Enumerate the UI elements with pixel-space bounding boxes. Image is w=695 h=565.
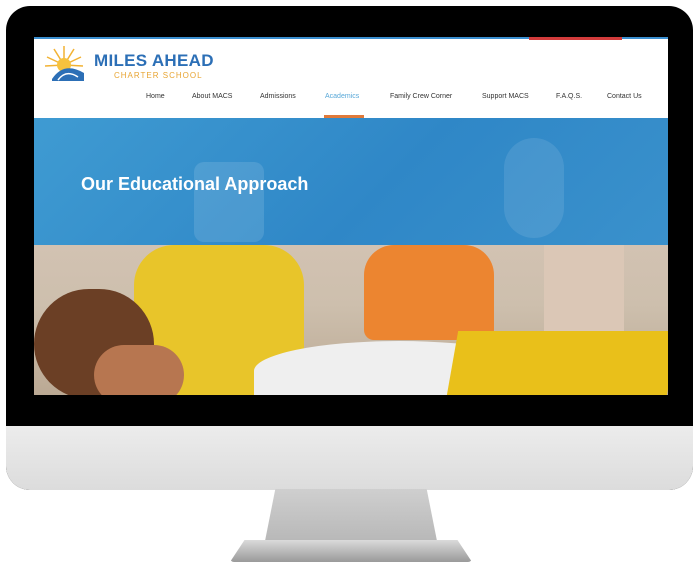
main-navigation: Home About MACS Admissions Academics Fam… — [34, 93, 668, 118]
hero-background-shape — [504, 138, 564, 238]
sunburst-logo-icon — [44, 46, 84, 81]
hero-banner: Our Educational Approach — [34, 118, 668, 245]
monitor: MILES AHEAD CHARTER SCHOOL Home About MA… — [6, 6, 693, 490]
monitor-stand-neck — [265, 489, 437, 541]
photo-yellow-bin — [445, 331, 668, 395]
nav-item-family-crew-corner[interactable]: Family Crew Corner — [390, 93, 452, 100]
logo-subtitle: CHARTER SCHOOL — [114, 71, 203, 80]
browser-screen: MILES AHEAD CHARTER SCHOOL Home About MA… — [34, 37, 668, 395]
nav-item-home[interactable]: Home — [146, 93, 165, 100]
nav-item-academics[interactable]: Academics — [325, 93, 359, 100]
site-logo[interactable]: MILES AHEAD CHARTER SCHOOL — [44, 43, 234, 85]
nav-item-about-macs[interactable]: About MACS — [192, 93, 232, 100]
top-red-bar — [529, 37, 622, 40]
monitor-stand-base — [230, 540, 472, 562]
classroom-photo — [34, 245, 668, 395]
nav-item-support-macs[interactable]: Support MACS — [482, 93, 529, 100]
photo-child-orange-shirt — [364, 245, 494, 340]
hero-title: Our Educational Approach — [81, 174, 309, 194]
photo-child-face — [94, 345, 184, 395]
nav-item-faqs[interactable]: F.A.Q.S. — [556, 93, 582, 100]
logo-title: MILES AHEAD — [94, 51, 214, 70]
nav-item-contact-us[interactable]: Contact Us — [607, 93, 642, 100]
photo-background-figure — [544, 245, 624, 335]
nav-item-admissions[interactable]: Admissions — [260, 93, 296, 100]
monitor-chin — [6, 426, 693, 490]
